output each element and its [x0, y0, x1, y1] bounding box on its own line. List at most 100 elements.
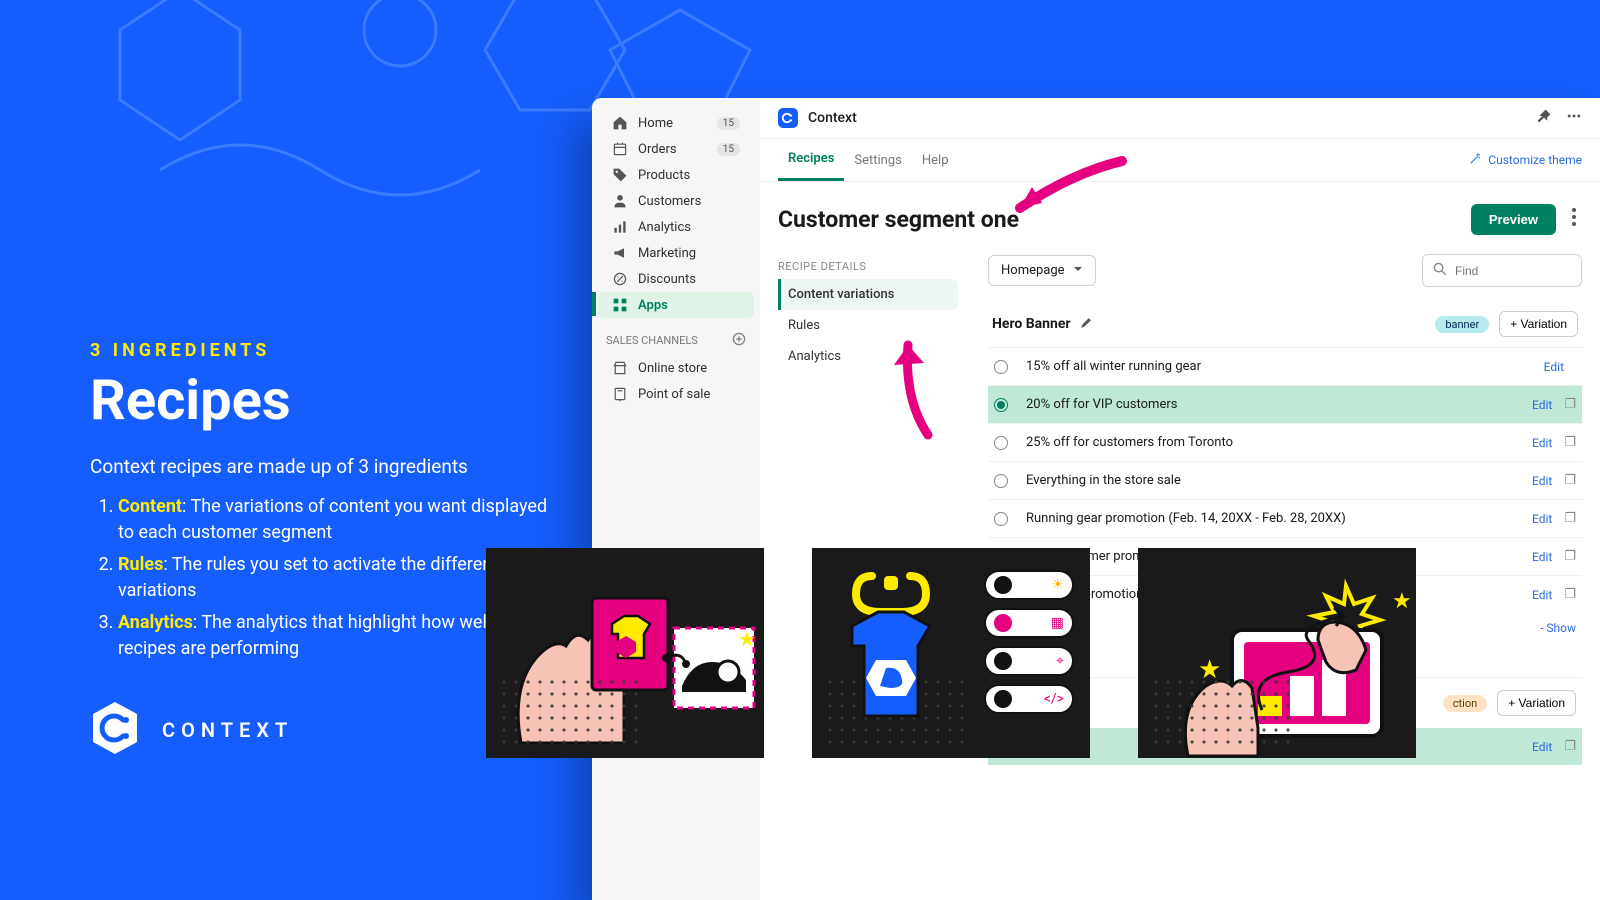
tag-icon — [612, 167, 628, 183]
variation-edit-link[interactable]: Edit — [1532, 588, 1552, 602]
variation-edit-link[interactable]: Edit — [1532, 398, 1552, 412]
sidebar-item-marketing[interactable]: Marketing — [598, 240, 754, 266]
sidebar-item-label: Orders — [638, 142, 677, 157]
card-content: ★ — [486, 548, 764, 758]
copy-icon[interactable]: ❐ — [1564, 511, 1576, 526]
copy-icon[interactable]: ❐ — [1564, 397, 1576, 412]
page-more-icon[interactable] — [1566, 202, 1582, 236]
more-icon[interactable] — [1566, 108, 1582, 128]
apps-icon — [612, 297, 628, 313]
variation-row[interactable]: Everything in the store saleEdit ❐ — [988, 461, 1582, 499]
sidebar-item-apps[interactable]: Apps — [598, 292, 754, 318]
app-window: Home 15 Orders 15 Products Customers Ana… — [592, 98, 1600, 900]
brand-lockup: CONTEXT — [90, 700, 293, 760]
variation-edit-link[interactable]: Edit — [1532, 474, 1552, 488]
app-pane: Context Recipes Settings Help Customize … — [760, 98, 1600, 900]
customize-label: Customize theme — [1488, 153, 1582, 167]
add-variation-button[interactable]: + Variation — [1499, 311, 1578, 337]
discount-icon — [612, 271, 628, 287]
variation-row[interactable]: 25% off for customers from TorontoEdit❐ — [988, 423, 1582, 461]
sidebar-item-label: Analytics — [638, 220, 691, 235]
page-select-value: Homepage — [1001, 263, 1065, 278]
search-box[interactable] — [1422, 254, 1582, 287]
edit-group-icon[interactable] — [1079, 315, 1093, 334]
tab-settings[interactable]: Settings — [844, 141, 911, 180]
svg-text:★: ★ — [1392, 589, 1412, 614]
store-icon — [612, 360, 628, 376]
sidebar-item-label: Point of sale — [638, 387, 710, 402]
variation-row[interactable]: Running gear promotion (Feb. 14, 20XX - … — [988, 499, 1582, 537]
home-icon — [612, 115, 628, 131]
variation-label: 20% off for VIP customers — [1026, 397, 1532, 412]
sidebar-item-label: Apps — [638, 298, 668, 313]
pane-header: Context — [760, 98, 1600, 139]
radio-icon[interactable] — [994, 474, 1008, 488]
radio-icon[interactable] — [994, 360, 1008, 374]
variation-row[interactable]: 20% off for VIP customersEdit ❐ — [988, 385, 1582, 423]
ingredient-body: : The variations of content you want dis… — [118, 496, 547, 543]
card-analytics: ★ ★ — [1138, 548, 1416, 758]
variation-label: 15% off all winter running gear — [1026, 359, 1544, 374]
pin-icon[interactable] — [1536, 108, 1552, 128]
sidebar-channel-online-store[interactable]: Online store — [598, 355, 754, 381]
group2-type-chip: ction — [1443, 695, 1487, 712]
kicker: 3 INGREDIENTS — [90, 340, 550, 361]
variation-edit-link[interactable]: Edit — [1532, 436, 1552, 450]
variation-label: Running gear promotion (Feb. 14, 20XX - … — [1026, 511, 1532, 526]
sidebar-badge: 15 — [717, 143, 740, 156]
ingredient-body: : The rules you set to activate the diff… — [118, 554, 498, 601]
sidebar-item-analytics[interactable]: Analytics — [598, 214, 754, 240]
copy-icon[interactable]: ❐ — [1564, 549, 1576, 564]
rule-pill-weather: ☀ — [984, 570, 1074, 600]
sidebar-badge: 15 — [717, 117, 740, 130]
rule-pill-code: </> — [984, 684, 1074, 714]
group-title: Hero Banner — [992, 316, 1071, 332]
person-icon — [612, 193, 628, 209]
page-select[interactable]: Homepage — [988, 255, 1096, 286]
brand-name: CONTEXT — [162, 718, 293, 742]
radio-icon[interactable] — [994, 512, 1008, 526]
variation-edit-link[interactable]: Edit — [1544, 360, 1564, 374]
pos-icon — [612, 386, 628, 402]
variation-row[interactable]: 15% off all winter running gearEdit — [988, 347, 1582, 385]
tab-help[interactable]: Help — [912, 141, 959, 180]
copy-icon[interactable]: ❐ — [1564, 587, 1576, 602]
copy-icon[interactable]: ❐ — [1564, 435, 1576, 450]
annotation-arrow-title — [1002, 153, 1132, 223]
megaphone-icon — [612, 245, 628, 261]
variation-edit-link[interactable]: Edit — [1532, 740, 1552, 754]
sidebar-item-label: Discounts — [638, 272, 696, 287]
search-input[interactable] — [1455, 264, 1565, 278]
radio-icon[interactable] — [994, 398, 1008, 412]
add-channel-icon[interactable] — [732, 332, 746, 349]
ingredient-head: Rules — [118, 554, 163, 575]
copy-icon[interactable]: ❐ — [1564, 473, 1576, 488]
sidebar-item-orders[interactable]: Orders 15 — [598, 136, 754, 162]
sidebar-item-discounts[interactable]: Discounts — [598, 266, 754, 292]
page-title: Customer segment one — [778, 206, 1019, 233]
active-indicator — [592, 292, 596, 316]
card-rules: ☀ ▦ ⌖ </> — [812, 548, 1090, 758]
sidebar-item-home[interactable]: Home 15 — [598, 110, 754, 136]
sidebar-item-label: Marketing — [638, 246, 696, 261]
sidebar-channel-pos[interactable]: Point of sale — [598, 381, 754, 407]
add-variation-button-2[interactable]: + Variation — [1497, 690, 1576, 716]
admin-sidebar: Home 15 Orders 15 Products Customers Ana… — [592, 98, 760, 900]
tab-recipes[interactable]: Recipes — [778, 139, 844, 181]
sidebar-item-customers[interactable]: Customers — [598, 188, 754, 214]
sidebar-item-label: Online store — [638, 361, 707, 376]
ingredient-head: Analytics — [118, 612, 193, 633]
sidebar-item-products[interactable]: Products — [598, 162, 754, 188]
orders-icon — [612, 141, 628, 157]
preview-button[interactable]: Preview — [1471, 204, 1556, 235]
customize-theme-link[interactable]: Customize theme — [1468, 152, 1582, 169]
variation-edit-link[interactable]: Edit — [1532, 512, 1552, 526]
group-type-chip: banner — [1435, 316, 1489, 333]
context-logo-icon — [90, 700, 140, 760]
variation-edit-link[interactable]: Edit — [1532, 550, 1552, 564]
wand-icon — [1468, 152, 1482, 169]
radio-icon[interactable] — [994, 436, 1008, 450]
copy-icon[interactable]: ❐ — [1564, 739, 1576, 754]
variation-label: Everything in the store sale — [1026, 473, 1532, 488]
details-item-content-variations[interactable]: Content variations — [778, 279, 958, 310]
